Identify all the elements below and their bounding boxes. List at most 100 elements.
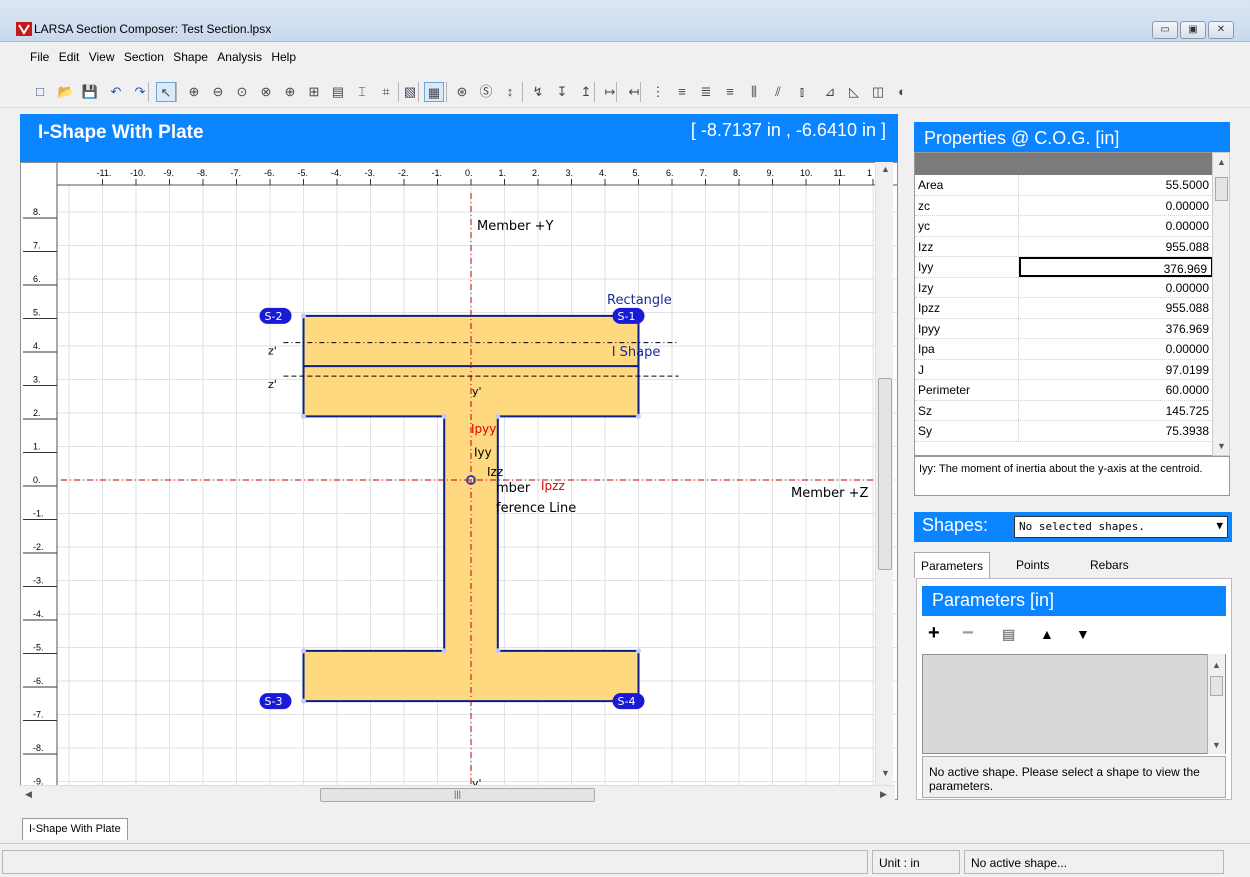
pointer-icon[interactable]: ↖ [156, 82, 176, 102]
menu-shape[interactable]: Shape [170, 42, 211, 64]
property-row[interactable]: Area 55.5000 [915, 175, 1213, 196]
shear-center-icon[interactable]: Ⓢ [476, 82, 496, 102]
property-value[interactable]: 0.00000 [1019, 196, 1213, 216]
edit-icon[interactable]: ▧ [400, 82, 420, 102]
principal-axes-icon[interactable]: ↥ [576, 82, 596, 102]
mirror-icon[interactable]: ◫ [868, 82, 888, 102]
shapes-dropdown[interactable]: No selected shapes. ▼ [1014, 516, 1228, 538]
flip-horizontal-icon[interactable]: ⊿ [820, 82, 840, 102]
move-down-button[interactable]: ▼ [1076, 626, 1090, 642]
vertex-point[interactable] [636, 413, 641, 419]
property-row[interactable]: Iyy 376.969 [915, 257, 1213, 278]
menu-analysis[interactable]: Analysis [214, 42, 265, 64]
property-value[interactable]: 55.5000 [1019, 175, 1213, 195]
flip-vertical-icon[interactable]: ◺ [844, 82, 864, 102]
horizontal-scrollbar[interactable]: ◀ ||| ▶ [20, 785, 895, 803]
property-value[interactable]: 0.00000 [1019, 278, 1213, 298]
centroid-icon[interactable]: ⊛ [452, 82, 472, 102]
property-row[interactable]: Izz 955.088 [915, 236, 1213, 257]
align-icon[interactable]: ⋮ [648, 82, 668, 102]
align-right-icon[interactable]: ≡ [720, 82, 740, 102]
polygon-icon[interactable]: ⌗ [376, 82, 396, 102]
vertex-point[interactable] [636, 648, 641, 654]
align-bottom-icon[interactable]: ⫾ [792, 82, 812, 102]
vertex-point[interactable] [495, 413, 501, 419]
plastic-icon[interactable]: ↯ [528, 82, 548, 102]
scroll-down-icon[interactable]: ▼ [881, 768, 890, 778]
new-file-icon[interactable]: □ [30, 82, 50, 102]
vertical-scrollbar[interactable]: ▲ ▼ [875, 162, 893, 785]
vertex-point[interactable] [441, 413, 447, 419]
maximize-button[interactable]: ▣ [1180, 21, 1206, 39]
vertex-point[interactable] [301, 413, 306, 419]
scroll-up-icon[interactable]: ▲ [1212, 660, 1221, 670]
vertex-point[interactable] [301, 648, 306, 654]
property-value[interactable]: 145.725 [1019, 401, 1213, 421]
copy-shape-icon[interactable]: ▤ [328, 82, 348, 102]
zoom-window-icon[interactable]: ⊙ [232, 82, 252, 102]
menu-view[interactable]: View [86, 42, 118, 64]
menu-edit[interactable]: Edit [56, 42, 83, 64]
document-tab[interactable]: I-Shape With Plate [22, 818, 128, 840]
property-row[interactable]: yc 0.00000 [915, 216, 1213, 237]
property-row[interactable]: zc 0.00000 [915, 195, 1213, 216]
parameters-list[interactable] [922, 654, 1226, 754]
grid-icon[interactable]: ▦ [424, 82, 444, 102]
property-row[interactable]: J 97.0199 [915, 359, 1213, 380]
tab-points[interactable]: Points [1010, 552, 1055, 578]
align-middle-icon[interactable]: ⫽ [768, 82, 788, 102]
property-row[interactable]: Ipyy 376.969 [915, 318, 1213, 339]
properties-scroll-thumb[interactable] [1215, 177, 1228, 201]
axes-icon[interactable]: ↕ [500, 82, 520, 102]
property-value[interactable]: 0.00000 [1019, 216, 1213, 236]
minimize-button[interactable]: ▭ [1152, 21, 1178, 39]
parameters-scroll-thumb[interactable] [1210, 676, 1223, 696]
scroll-down-icon[interactable]: ▼ [1212, 740, 1221, 750]
scroll-left-icon[interactable]: ◀ [25, 789, 32, 800]
property-value[interactable]: 955.088 [1019, 298, 1213, 318]
vertex-point[interactable] [301, 313, 306, 319]
close-button[interactable]: ✕ [1208, 21, 1234, 39]
properties-grid[interactable]: Area 55.5000 zc 0.00000 yc 0.00000 Izz 955.088 I… [914, 152, 1214, 456]
vertex-point[interactable] [301, 698, 306, 704]
scroll-up-icon[interactable]: ▲ [1217, 157, 1226, 167]
rotate-icon[interactable]: ◐ [892, 82, 912, 102]
redo-icon[interactable]: ↷ [130, 82, 150, 102]
property-row[interactable]: Ipa 0.00000 [915, 339, 1213, 360]
property-value[interactable]: 376.969 [1019, 257, 1213, 277]
horizontal-scroll-thumb[interactable]: ||| [320, 788, 595, 802]
decimal-decrease-icon[interactable]: ↤ [624, 82, 644, 102]
vertical-scroll-thumb[interactable] [878, 378, 892, 570]
zoom-out-icon[interactable]: ⊖ [208, 82, 228, 102]
property-row[interactable]: Perimeter 60.0000 [915, 380, 1213, 401]
property-value[interactable]: 60.0000 [1019, 380, 1213, 400]
vertex-point[interactable] [441, 648, 447, 654]
parameters-scrollbar[interactable]: ▲ ▼ [1207, 654, 1225, 754]
property-value[interactable]: 75.3938 [1019, 421, 1213, 441]
save-icon[interactable]: 💾 [80, 82, 100, 102]
property-value[interactable]: 97.0199 [1019, 360, 1213, 380]
menu-section[interactable]: Section [121, 42, 167, 64]
align-center-icon[interactable]: ≣ [696, 82, 716, 102]
open-folder-icon[interactable]: 📂 [56, 82, 76, 102]
property-row[interactable]: Sz 145.725 [915, 400, 1213, 421]
property-row[interactable]: Ipzz 955.088 [915, 298, 1213, 319]
menu-file[interactable]: File [0, 42, 52, 64]
decimal-increase-icon[interactable]: ↦ [600, 82, 620, 102]
vertex-point[interactable] [495, 648, 501, 654]
align-top-icon[interactable]: ⫼ [744, 82, 764, 102]
scroll-down-icon[interactable]: ▼ [1217, 441, 1226, 451]
property-value[interactable]: 376.969 [1019, 319, 1213, 339]
i-shape-icon[interactable]: ⌶ [352, 82, 372, 102]
zoom-extents-icon[interactable]: ⊞ [304, 82, 324, 102]
remove-parameter-button[interactable]: − [962, 622, 974, 645]
property-row[interactable]: Sy 75.3938 [915, 421, 1213, 442]
align-left-icon[interactable]: ≡ [672, 82, 692, 102]
scroll-up-icon[interactable]: ▲ [881, 164, 890, 174]
properties-scrollbar[interactable]: ▲ ▼ [1212, 152, 1230, 456]
property-value[interactable]: 955.088 [1019, 237, 1213, 257]
section-canvas[interactable]: -11. -10. -9. -8. -7. -6. -5. -4. -3. -2. -1. 0. 1. 2… [20, 162, 898, 800]
zoom-fit-icon[interactable]: ⊕ [280, 82, 300, 102]
menu-help[interactable]: Help [268, 42, 299, 64]
zoom-in-icon[interactable]: ⊕ [184, 82, 204, 102]
